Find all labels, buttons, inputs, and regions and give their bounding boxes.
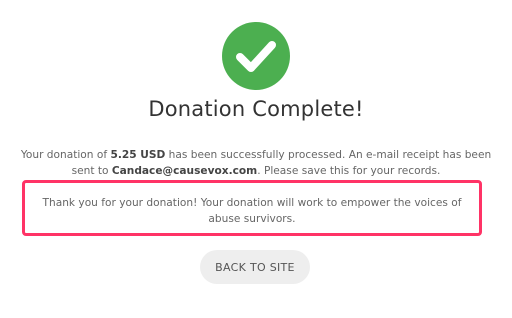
thank-you-highlight-box: Thank you for your donation! Your donati… bbox=[22, 180, 482, 236]
receipt-suffix: . Please save this for your records. bbox=[257, 165, 441, 177]
donation-amount: 5.25 USD bbox=[110, 149, 166, 161]
thank-you-message: Thank you for your donation! Your donati… bbox=[42, 197, 462, 225]
success-check-icon bbox=[222, 22, 290, 90]
receipt-message: Your donation of 5.25 USD has been succe… bbox=[8, 147, 504, 179]
receipt-email: Candace@causevox.com bbox=[111, 165, 258, 177]
receipt-prefix: Your donation of bbox=[20, 149, 111, 161]
back-to-site-button[interactable]: BACK TO SITE bbox=[200, 250, 310, 284]
checkmark-icon bbox=[236, 41, 276, 72]
page-title: Donation Complete! bbox=[148, 97, 364, 121]
